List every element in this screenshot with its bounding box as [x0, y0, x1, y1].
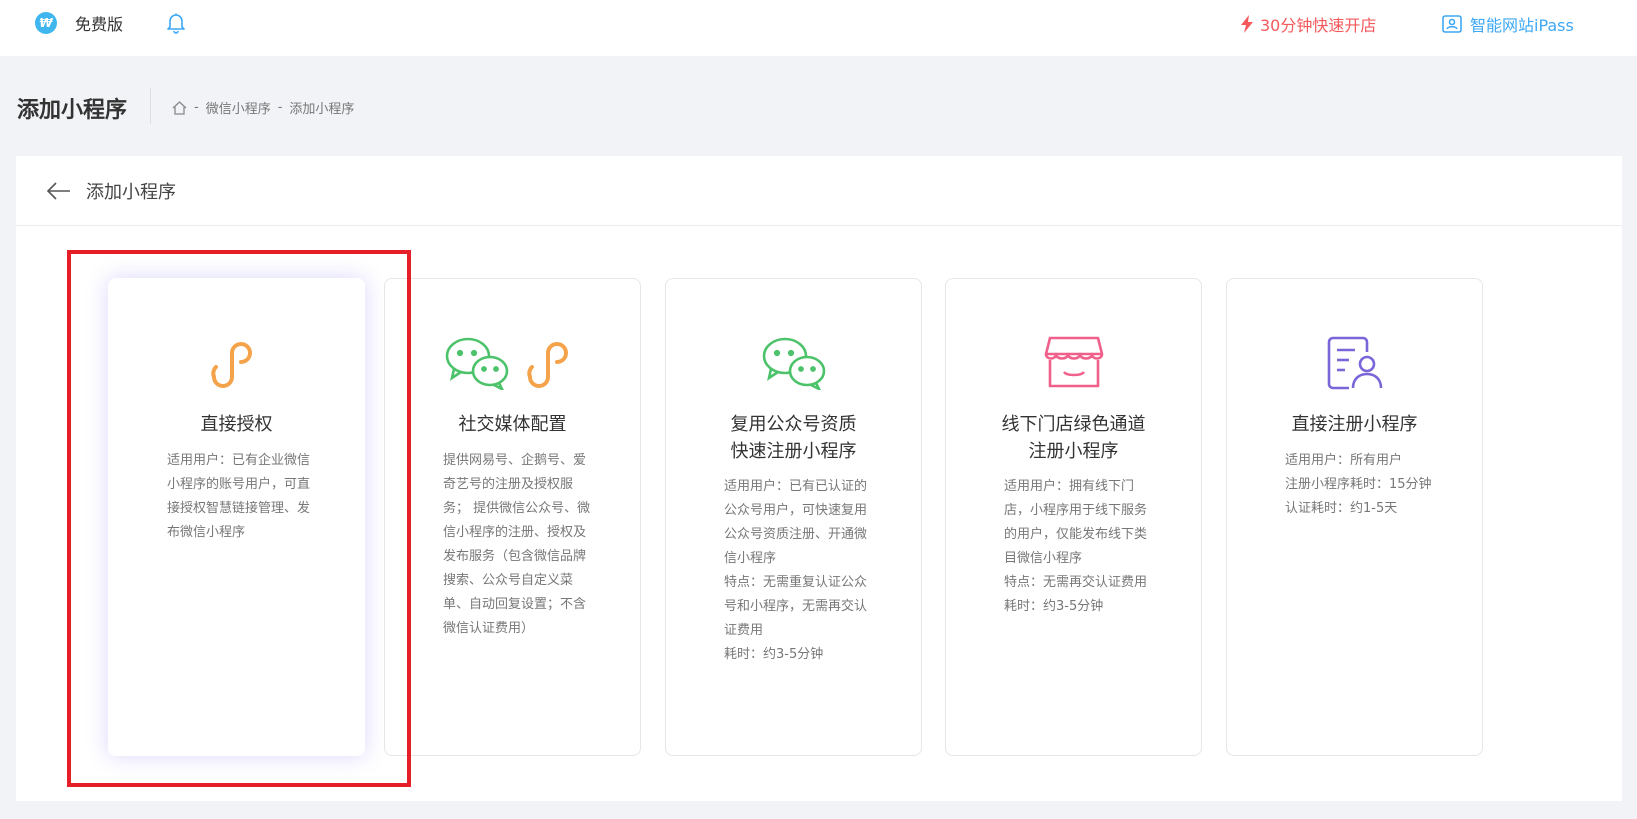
card-description: 适用用户：所有用户 注册小程序耗时：15分钟 认证耗时：约1-5天: [1285, 453, 1432, 516]
store-icon: [1044, 336, 1103, 388]
home-icon[interactable]: [172, 100, 187, 115]
lightning-icon: [1241, 15, 1253, 33]
brand[interactable]: ₩ 免费版: [35, 11, 123, 35]
option-card-direct-register[interactable]: 直接注册小程序 适用用户：所有用户 注册小程序耗时：15分钟 认证耗时：约1-5…: [1226, 278, 1483, 756]
edition-label: 免费版: [75, 15, 124, 34]
breadcrumb: - 微信小程序 - 添加小程序: [172, 98, 354, 117]
ipass-label: 智能网站iPass: [1470, 16, 1574, 35]
card-title: 复用公众号资质 快速注册小程序: [730, 414, 857, 462]
header-divider: [150, 88, 151, 124]
panel-header: 添加小程序: [16, 156, 1622, 226]
page-header: 添加小程序 - 微信小程序 - 添加小程序: [0, 86, 1637, 126]
bell-icon[interactable]: [166, 12, 186, 34]
card-description: 适用用户：拥有线下门店，小程序用于线下服务的用户，仅能发布线下类目微信小程序 特…: [1004, 479, 1148, 614]
breadcrumb-separator: -: [194, 100, 199, 115]
breadcrumb-item-wechat-mini-program[interactable]: 微信小程序: [206, 98, 271, 117]
panel-title: 添加小程序: [86, 181, 176, 203]
breadcrumb-separator: -: [277, 100, 283, 115]
card-title: 社交媒体配置: [458, 414, 567, 435]
card-description: 提供网易号、企鹅号、爱奇艺号的注册及授权服务； 提供微信公众号、微信小程序的注册…: [443, 453, 591, 636]
card-description: 适用用户：已有已认证的公众号用户，可快速复用公众号资质注册、开通微信小程序 特点…: [724, 479, 868, 662]
wechat-icon: [762, 337, 825, 390]
back-arrow-icon[interactable]: [46, 181, 72, 201]
breadcrumb-item-add-mini-program: 添加小程序: [289, 102, 355, 117]
option-card-social-media[interactable]: 社交媒体配置 提供网易号、企鹅号、爱奇艺号的注册及授权服务； 提供微信公众号、微…: [384, 278, 641, 756]
quick-open-store-link[interactable]: 30分钟快速开店: [1240, 12, 1376, 36]
ipass-icon: [1442, 15, 1462, 33]
page-title: 添加小程序: [17, 98, 128, 123]
selection-highlight-frame: [67, 250, 411, 787]
card-title: 直接注册小程序: [1291, 414, 1418, 435]
card-title: 线下门店绿色通道 注册小程序: [1001, 414, 1146, 462]
mini-program-icon: [526, 342, 568, 388]
brand-logo-icon: ₩: [35, 12, 57, 34]
option-card-offline-store[interactable]: 线下门店绿色通道 注册小程序 适用用户：拥有线下门店，小程序用于线下服务的用户，…: [945, 278, 1202, 756]
option-card-reuse-official-account[interactable]: 复用公众号资质 快速注册小程序 适用用户：已有已认证的公众号用户，可快速复用公众…: [665, 278, 922, 756]
wechat-icon: [445, 337, 508, 390]
user-card-icon: [1327, 336, 1382, 390]
ipass-link[interactable]: 智能网站iPass: [1442, 12, 1574, 36]
promo-label: 30分钟快速开店: [1260, 16, 1377, 35]
top-bar: ₩ 免费版 30分钟快速开店 智能网站iPass: [0, 0, 1637, 56]
